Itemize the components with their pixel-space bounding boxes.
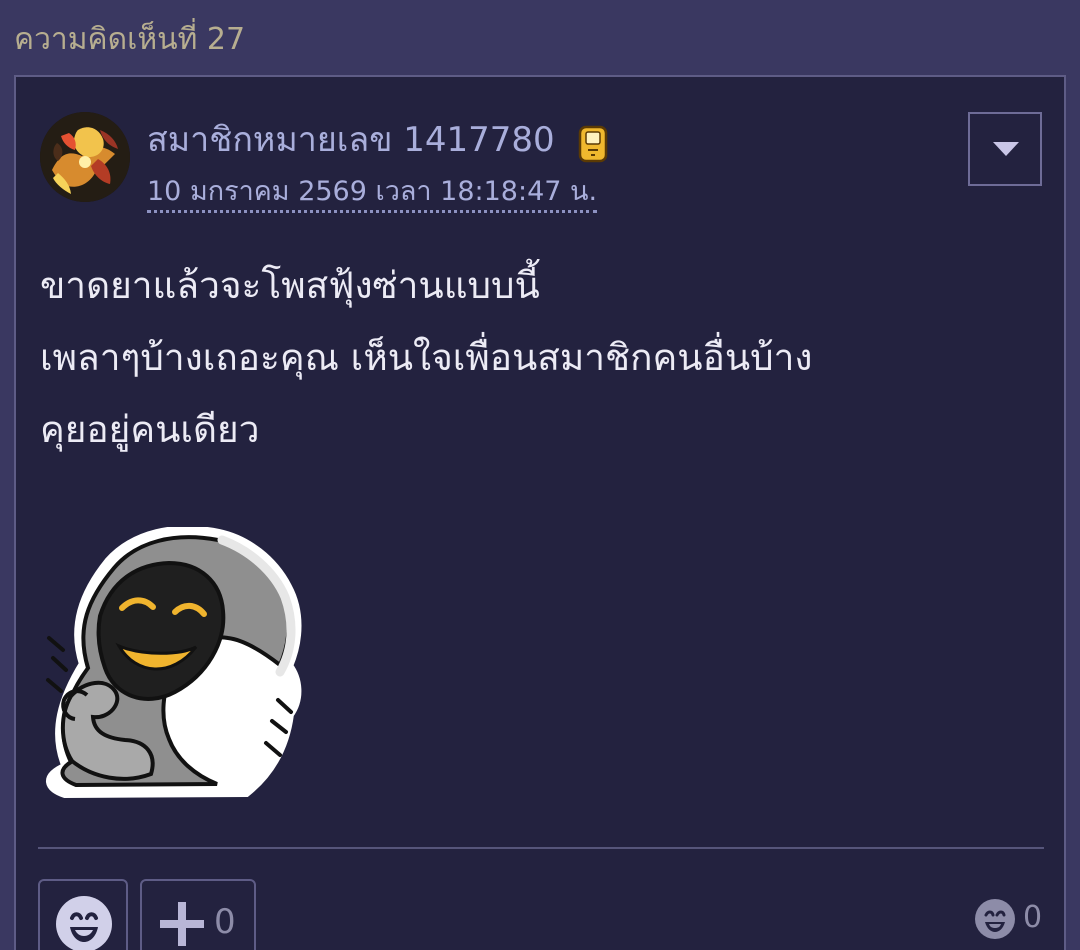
phone-badge-icon: [578, 125, 608, 163]
comment-body-line: เพลาๆบ้างเถอะคุณ เห็นใจเพื่อนสมาชิกคนอื่…: [40, 336, 813, 379]
emotion-button[interactable]: [38, 879, 128, 950]
author-name-link[interactable]: สมาชิกหมายเลข 1417780: [147, 117, 555, 163]
comment-page: ความคิดเห็นที่ 27 สมาชิกหมายเลข 1417780 …: [0, 0, 1080, 950]
author-avatar[interactable]: [40, 112, 130, 202]
comment-number-heading: ความคิดเห็นที่ 27: [14, 22, 246, 57]
comment-body-line: คุยอยู่คนเดียว: [40, 408, 260, 451]
comment-divider: [38, 847, 1044, 849]
emotion-summary[interactable]: 0: [974, 895, 1054, 945]
vote-plus-button[interactable]: 0: [140, 879, 256, 950]
comment-card: สมาชิกหมายเลข 1417780 10 มกราคม 2569 เวล…: [14, 75, 1066, 950]
comment-body: ขาดยาแล้วจะโพสฟุ้งซ่านแบบนี้ เพลาๆบ้างเถ…: [40, 250, 1040, 466]
smile-icon: [975, 899, 1015, 939]
emotion-count: 0: [1023, 900, 1043, 935]
smile-icon: [56, 896, 112, 950]
comment-menu-button[interactable]: [968, 112, 1042, 186]
plus-icon: [160, 902, 204, 946]
vote-count: 0: [214, 902, 236, 942]
hooded-grin-sticker: [46, 527, 302, 799]
comment-body-line: ขาดยาแล้วจะโพสฟุ้งซ่านแบบนี้: [40, 264, 540, 307]
caret-down-icon: [993, 142, 1019, 156]
avatar-artwork-icon: [40, 112, 130, 202]
comment-timestamp: 10 มกราคม 2569 เวลา 18:18:47 น.: [147, 174, 598, 213]
